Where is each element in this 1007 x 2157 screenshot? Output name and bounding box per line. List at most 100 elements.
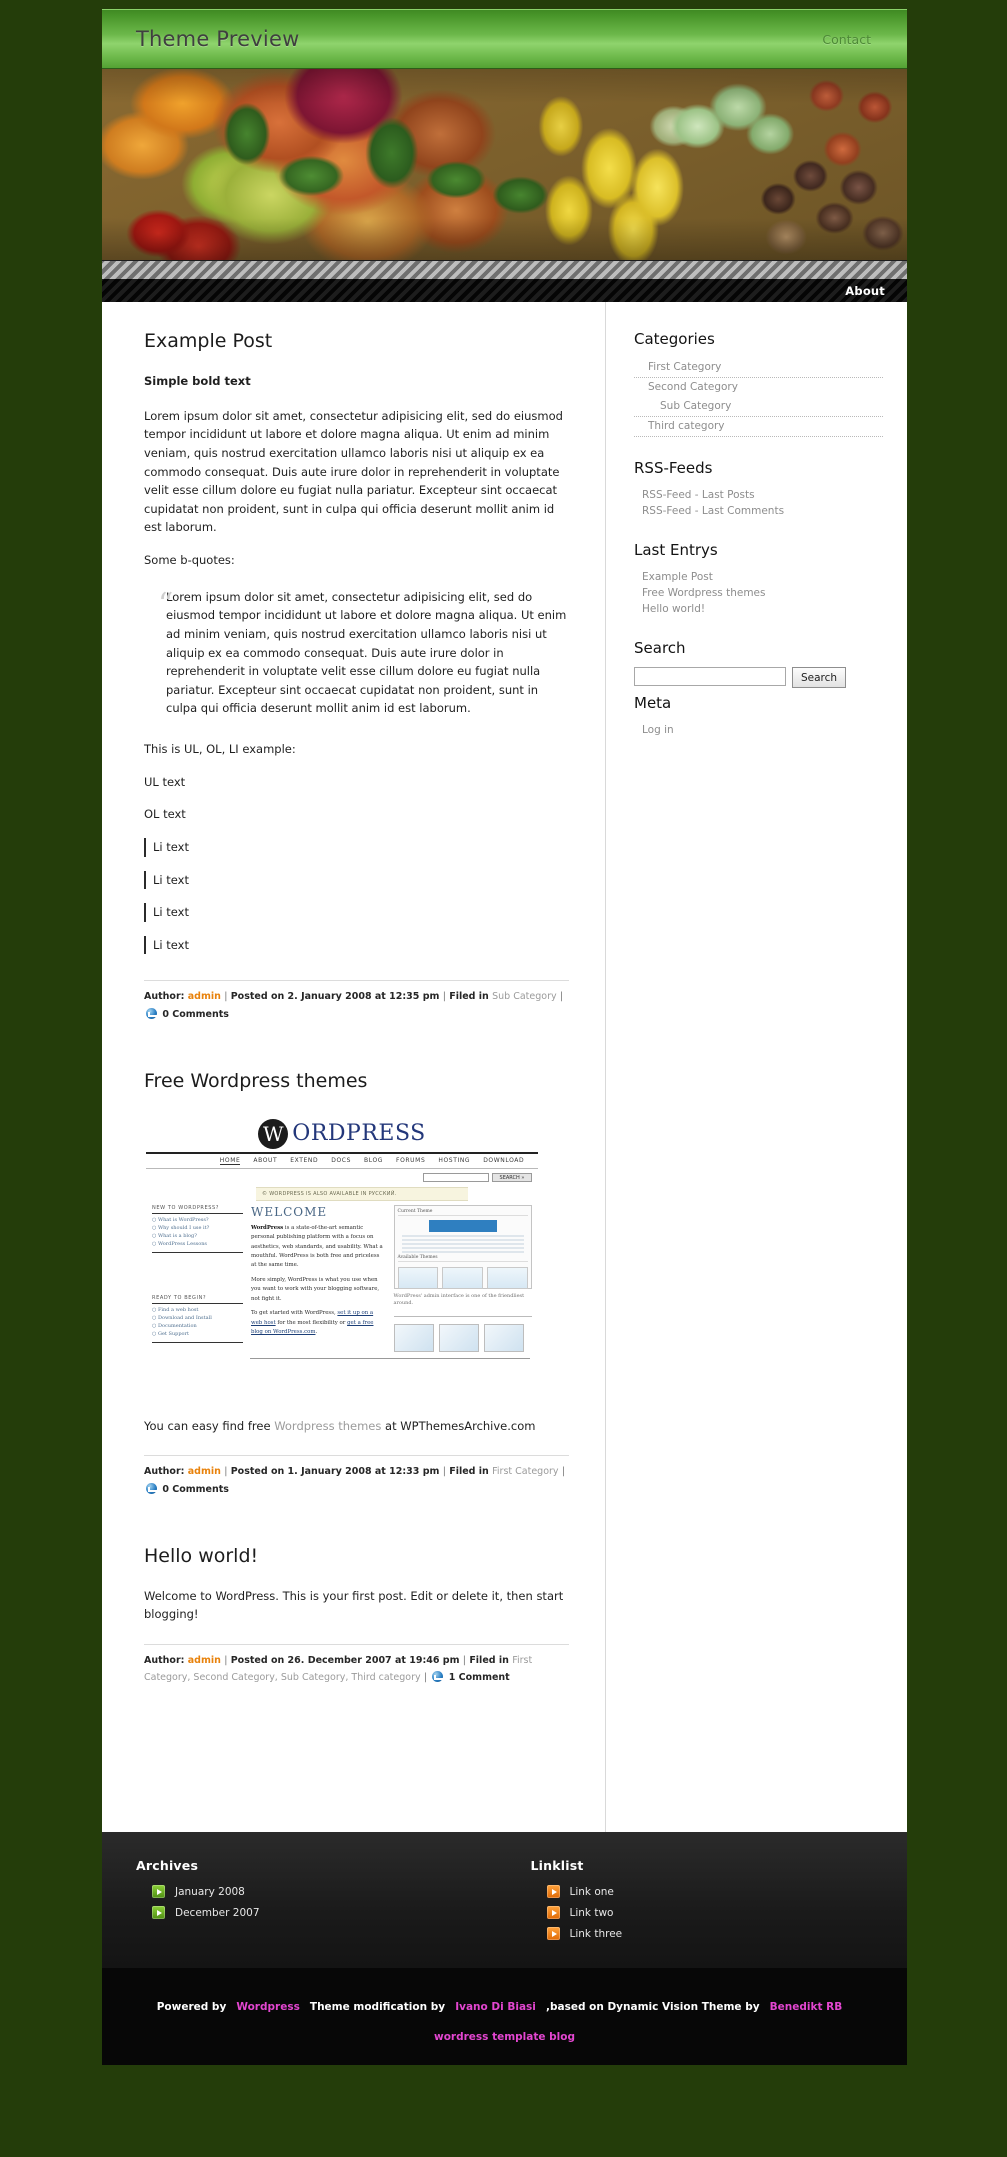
comments-link[interactable]: 0 Comments (162, 1484, 229, 1495)
list-item[interactable]: Link two (546, 1906, 908, 1919)
credits-link-modifier[interactable]: Ivano Di Biasi (455, 2001, 536, 2013)
list-item[interactable]: Free Wordpress themes (642, 585, 883, 601)
entry-link-hello-world[interactable]: Hello world! (642, 601, 883, 617)
li-item: Li text (144, 903, 569, 922)
author-link[interactable]: admin (188, 1466, 221, 1477)
wp-link: ○ Get Support (152, 1330, 189, 1337)
entry-link-example-post[interactable]: Example Post (642, 569, 883, 585)
posted-date: Posted on 2. January 2008 at 12:35 pm (230, 991, 440, 1003)
wp-panel-title: Current Theme (397, 1209, 528, 1216)
category-link-first[interactable]: First Category (634, 358, 883, 378)
post-title[interactable]: Example Post (144, 330, 569, 352)
comments-link[interactable]: 0 Comments (162, 1009, 229, 1020)
rss-link-last-posts[interactable]: RSS-Feed - Last Posts (642, 487, 883, 503)
wp-mini-shot (438, 1323, 479, 1352)
list-item[interactable]: RSS-Feed - Last Posts (642, 487, 883, 503)
quote-mark-icon: “ (158, 586, 174, 622)
play-arrow-icon (546, 1906, 560, 1919)
wp-paragraph-1: WordPress is a state-of-the-art semantic… (251, 1224, 386, 1271)
meta-separator: | (224, 991, 228, 1003)
post-free-wordpress-themes: Free Wordpress themes W ORDPRESS HOME AB… (144, 1070, 569, 1499)
ol-item: OL text (144, 807, 186, 822)
rss-link-last-comments[interactable]: RSS-Feed - Last Comments (642, 503, 883, 519)
wp-column-right: Current Theme Available Themes WordPress… (393, 1204, 532, 1352)
list-item[interactable]: December 2007 (152, 1906, 505, 1919)
author-link[interactable]: admin (188, 991, 221, 1002)
sidebar-item-second-category[interactable]: Second Category Sub Category (634, 378, 883, 417)
wp-link: ○ Why should I use it? (152, 1224, 210, 1231)
archive-link-december-2007[interactable]: December 2007 (175, 1907, 260, 1919)
wp-panel-lines (398, 1234, 528, 1253)
sidebar: Categories First Category Second Categor… (606, 302, 907, 1832)
list-item[interactable]: Hello world! (642, 601, 883, 617)
meta-separator: | (224, 1466, 228, 1478)
nav-link-contact[interactable]: Contact (822, 32, 871, 47)
main-navigation: About (102, 279, 907, 302)
wp-panel-button (428, 1219, 497, 1232)
wp-section-head: NEW TO WORDPRESS? (152, 1205, 243, 1214)
category-link-third[interactable]: Third category (634, 417, 883, 437)
post-example-post: Example Post Simple bold text Lorem ipsu… (144, 330, 569, 1024)
entry-link-free-wordpress-themes[interactable]: Free Wordpress themes (642, 585, 883, 601)
wp-columns: NEW TO WORDPRESS? ○ What is WordPress? ○… (146, 1201, 538, 1352)
caption-pre: You can easy find free (144, 1418, 275, 1433)
link-three[interactable]: Link three (570, 1928, 623, 1940)
demo-lists: UL text OL text Li text Li text Li text … (144, 773, 569, 955)
link-one[interactable]: Link one (570, 1886, 614, 1898)
post-title[interactable]: Free Wordpress themes (144, 1070, 569, 1092)
category-link-sub[interactable]: Sub Category (634, 397, 883, 417)
sidebar-item-first-category[interactable]: First Category (634, 358, 883, 378)
link-two[interactable]: Link two (570, 1907, 614, 1919)
category-link-second[interactable]: Second Category (634, 378, 883, 397)
list-item[interactable]: Example Post (642, 569, 883, 585)
search-input[interactable] (634, 667, 786, 686)
credits-powered-by: Powered by (156, 2001, 227, 2013)
credits-link-template-blog[interactable]: wordress template blog (434, 2031, 575, 2043)
credits-link-author[interactable]: Benedikt RB (770, 2001, 843, 2013)
credits-link-wordpress[interactable]: Wordpress (236, 2001, 299, 2013)
search-button[interactable]: Search (792, 667, 847, 688)
filed-label: Filed in (449, 991, 489, 1003)
category-link[interactable]: Sub Category (492, 991, 557, 1002)
credits-bar: Powered by Wordpress Theme modification … (102, 1968, 907, 2066)
list-intro: This is UL, OL, LI example: (144, 742, 296, 756)
quote-intro: Some b-quotes: (144, 553, 235, 567)
list-item[interactable]: Log in (642, 722, 883, 738)
category-link[interactable]: First Category (492, 1466, 558, 1477)
post-title[interactable]: Hello world! (144, 1545, 569, 1567)
wp-search-row: SEARCH » (146, 1169, 538, 1184)
play-arrow-icon (546, 1885, 560, 1898)
list-item[interactable]: RSS-Feed - Last Comments (642, 503, 883, 519)
wp-welcome-heading: WELCOME (251, 1204, 328, 1219)
comments-icon (432, 1671, 444, 1683)
posted-date: Posted on 26. December 2007 at 19:46 pm (230, 1654, 460, 1666)
list-item[interactable]: Link one (546, 1885, 908, 1898)
main-column: Example Post Simple bold text Lorem ipsu… (102, 302, 606, 1832)
author-link[interactable]: admin (188, 1655, 221, 1666)
caption-link[interactable]: Wordpress themes (274, 1419, 381, 1433)
footer-heading-archives: Archives (136, 1858, 199, 1873)
wp-para1-rest: is a state-of-the-art semantic personal … (251, 1224, 383, 1269)
wp-link: ○ Documentation (152, 1322, 197, 1329)
nav-link-about[interactable]: About (845, 284, 885, 298)
post-meta: Author: admin | Posted on 1. January 200… (144, 1464, 569, 1498)
post-hello-world: Hello world! Welcome to WordPress. This … (144, 1545, 569, 1688)
comments-link[interactable]: 1 Comment (449, 1672, 510, 1683)
post-separator (144, 980, 569, 982)
wp-nav-item: HOSTING (438, 1156, 471, 1164)
wp-footer-rule (250, 1357, 530, 1359)
archive-link-january-2008[interactable]: January 2008 (175, 1886, 245, 1898)
sidebar-item-sub-category[interactable]: Sub Category (634, 397, 883, 417)
li-item: Li text (144, 870, 569, 890)
meta-link-login[interactable]: Log in (642, 722, 883, 738)
sidebar-heading-search: Search (634, 639, 686, 657)
sidebar-item-third-category[interactable]: Third category (634, 417, 883, 437)
page-wrapper: Theme Preview Contact About Example Post… (102, 0, 907, 2157)
sidebar-heading-last-entries: Last Entrys (634, 541, 718, 559)
posted-date: Posted on 1. January 2008 at 12:33 pm (230, 1466, 440, 1478)
list-item[interactable]: Link three (546, 1927, 908, 1940)
wp-link: ○ What is a blog? (152, 1232, 197, 1239)
list-item[interactable]: January 2008 (152, 1885, 505, 1898)
post-body: Lorem ipsum dolor sit amet, consectetur … (144, 408, 563, 535)
credits-based-on: ,based on Dynamic Vision Theme by (545, 2001, 760, 2013)
